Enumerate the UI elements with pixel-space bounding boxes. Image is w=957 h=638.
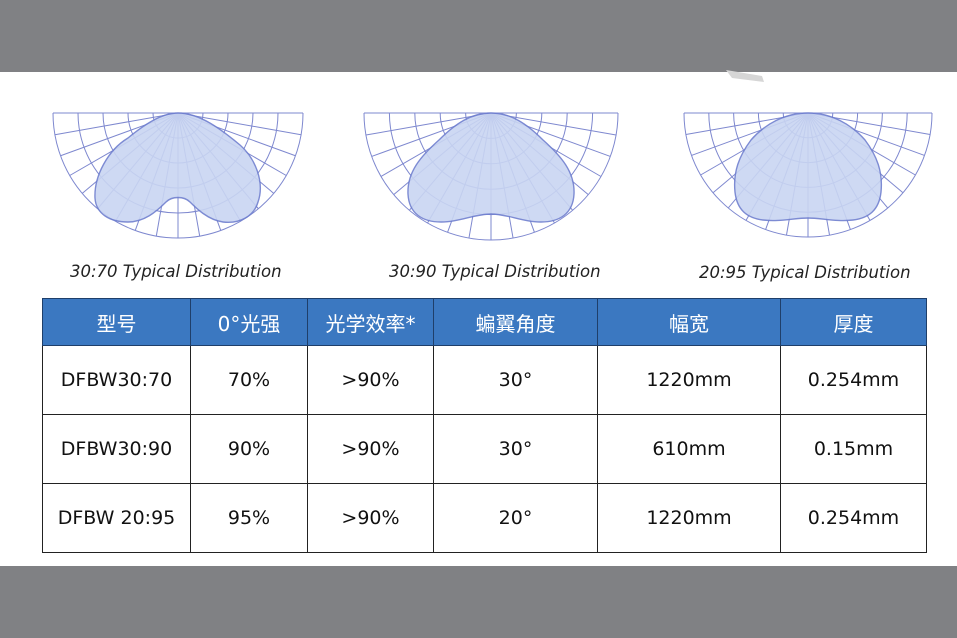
cell-thickness: 0.254mm — [780, 483, 927, 553]
cell-angle: 20° — [433, 483, 598, 553]
cell-intensity: 95% — [190, 483, 308, 553]
cell-width: 610mm — [597, 414, 781, 484]
cell-model: DFBW30:90 — [42, 414, 191, 484]
top-gray-band — [0, 0, 957, 72]
header-efficiency: 光学效率* — [307, 298, 434, 346]
cell-intensity: 90% — [190, 414, 308, 484]
table-header-row: 型号 0°光强 光学效率* 蝙翼角度 幅宽 厚度 — [42, 298, 927, 346]
page-fold-shadow — [726, 70, 764, 82]
polar-chart — [363, 112, 619, 241]
table-row: DFBW30:90 90% >90% 30° 610mm 0.15mm — [42, 414, 927, 484]
cell-model: DFBW 20:95 — [42, 483, 191, 553]
cell-width: 1220mm — [597, 345, 781, 415]
diagram-caption-1: 30:70 Typical Distribution — [70, 262, 282, 281]
cell-efficiency: >90% — [307, 345, 434, 415]
header-intensity: 0°光强 — [190, 298, 308, 346]
cell-angle: 30° — [433, 414, 598, 484]
spec-table: 型号 0°光强 光学效率* 蝙翼角度 幅宽 厚度 DFBW30:70 70% >… — [42, 298, 927, 553]
cell-angle: 30° — [433, 345, 598, 415]
bottom-gray-band — [0, 566, 957, 638]
diagram-caption-3: 20:95 Typical Distribution — [699, 263, 911, 282]
table-row: DFBW 20:95 95% >90% 20° 1220mm 0.254mm — [42, 483, 927, 553]
polar-chart — [683, 112, 933, 238]
header-width: 幅宽 — [597, 298, 781, 346]
cell-efficiency: >90% — [307, 483, 434, 553]
cell-efficiency: >90% — [307, 414, 434, 484]
polar-diagram-30-70 — [50, 110, 306, 242]
header-model: 型号 — [42, 298, 191, 346]
polar-diagram-20-95 — [681, 110, 935, 242]
cell-intensity: 70% — [190, 345, 308, 415]
cell-model: DFBW30:70 — [42, 345, 191, 415]
header-thickness: 厚度 — [780, 298, 927, 346]
table-row: DFBW30:70 70% >90% 30° 1220mm 0.254mm — [42, 345, 927, 415]
header-batwing-angle: 蝙翼角度 — [433, 298, 598, 346]
diagram-caption-2: 30:90 Typical Distribution — [389, 262, 601, 281]
cell-thickness: 0.254mm — [780, 345, 927, 415]
polar-chart — [52, 112, 304, 239]
polar-diagram-30-90 — [361, 110, 621, 242]
cell-width: 1220mm — [597, 483, 781, 553]
cell-thickness: 0.15mm — [780, 414, 927, 484]
